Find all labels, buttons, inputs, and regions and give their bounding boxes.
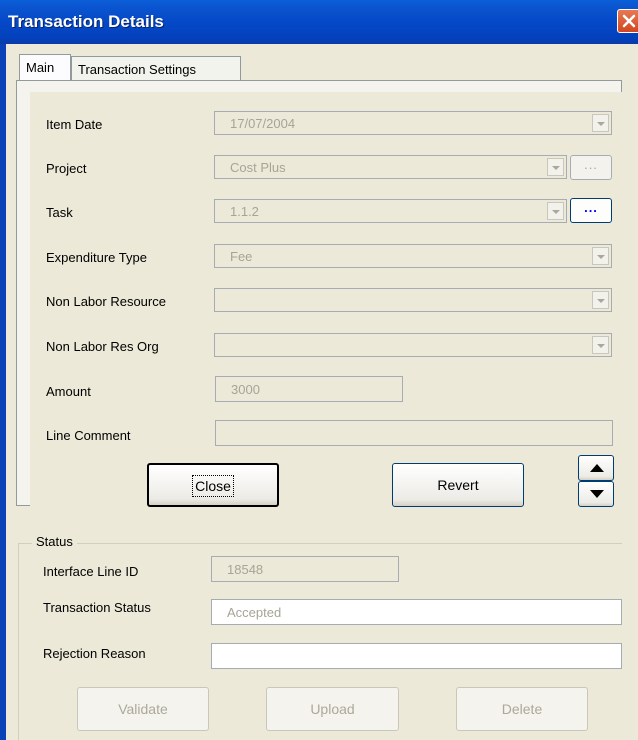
expenditure-type-value: Fee [230, 249, 253, 264]
rejection-reason-label: Rejection Reason [43, 646, 146, 661]
arrow-up-icon [590, 464, 604, 472]
chevron-down-icon[interactable] [592, 291, 609, 309]
transaction-status-field[interactable]: Accepted [211, 599, 622, 625]
chevron-down-icon[interactable] [547, 158, 564, 176]
transaction-status-label: Transaction Status [43, 600, 151, 615]
non-labor-res-org-label: Non Labor Res Org [46, 339, 159, 354]
non-labor-res-org-combo[interactable] [214, 333, 612, 357]
rejection-reason-field[interactable] [211, 643, 622, 669]
upload-button[interactable]: Upload [266, 687, 399, 731]
status-legend: Status [32, 534, 77, 549]
task-lookup-button[interactable]: ... [570, 198, 612, 223]
task-label: Task [46, 205, 73, 220]
project-combo[interactable]: Cost Plus [214, 155, 567, 179]
item-date-combo[interactable]: 17/07/2004 [214, 111, 612, 135]
interface-line-id-label: Interface Line ID [43, 564, 139, 579]
close-button-label: Close [192, 475, 234, 497]
delete-button[interactable]: Delete [456, 687, 588, 731]
chevron-down-icon[interactable] [547, 202, 564, 220]
title-bar: Transaction Details [0, 0, 638, 44]
move-up-button[interactable] [578, 455, 614, 481]
window-close-button[interactable] [617, 9, 638, 33]
amount-label: Amount [46, 384, 91, 399]
interface-line-id-field[interactable]: 18548 [211, 556, 399, 582]
tab-transaction-settings[interactable]: Transaction Settings [71, 56, 241, 80]
chevron-down-icon[interactable] [592, 114, 609, 132]
item-date-label: Item Date [46, 117, 103, 132]
expenditure-type-combo[interactable]: Fee [214, 244, 612, 268]
validate-button-label: Validate [118, 701, 168, 717]
line-comment-label: Line Comment [46, 428, 131, 443]
revert-button[interactable]: Revert [392, 463, 524, 507]
arrow-down-icon [590, 490, 604, 498]
revert-button-label: Revert [437, 477, 479, 493]
delete-button-label: Delete [501, 701, 543, 717]
move-down-button[interactable] [578, 481, 614, 507]
item-date-value: 17/07/2004 [230, 116, 296, 131]
upload-button-label: Upload [310, 701, 355, 717]
window-title: Transaction Details [8, 12, 164, 31]
task-value: 1.1.2 [230, 204, 259, 219]
expenditure-type-label: Expenditure Type [46, 250, 147, 265]
line-comment-field[interactable] [215, 420, 613, 446]
close-icon [622, 14, 636, 28]
non-labor-resource-label: Non Labor Resource [46, 294, 166, 309]
project-label: Project [46, 161, 87, 176]
tab-main[interactable]: Main [19, 54, 71, 80]
close-button[interactable]: Close [147, 463, 279, 507]
task-combo[interactable]: 1.1.2 [214, 199, 567, 223]
chevron-down-icon[interactable] [592, 336, 609, 354]
non-labor-resource-combo[interactable] [214, 288, 612, 312]
validate-button[interactable]: Validate [77, 687, 209, 731]
amount-field[interactable]: 3000 [215, 376, 403, 402]
project-value: Cost Plus [230, 160, 286, 175]
chevron-down-icon[interactable] [592, 247, 609, 265]
project-lookup-button[interactable]: ... [570, 155, 612, 180]
